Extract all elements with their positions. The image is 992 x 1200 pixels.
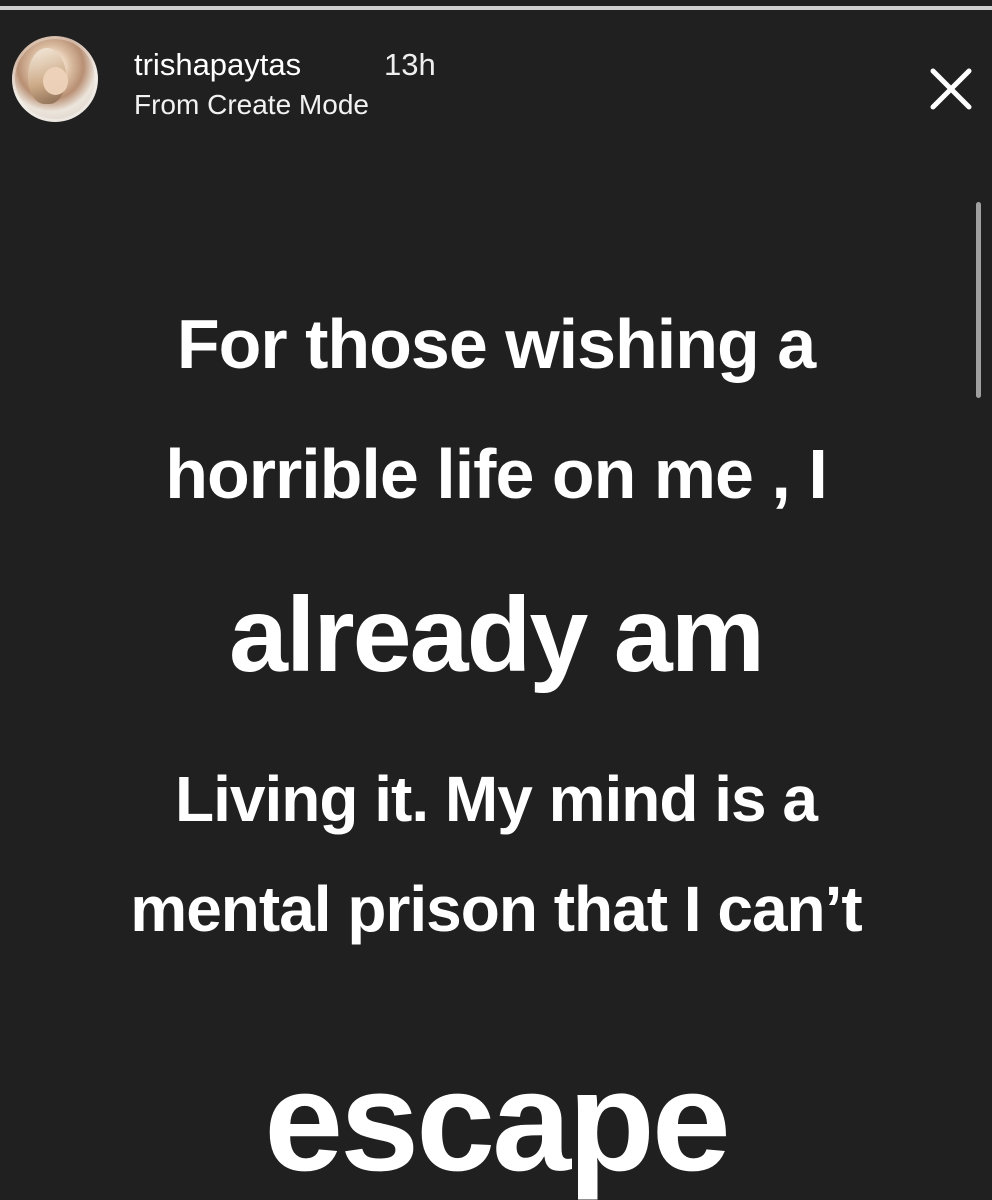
story-source-label: From Create Mode: [134, 89, 369, 120]
instagram-story-viewer[interactable]: trishapaytas 13h From Create Mode For th…: [0, 0, 992, 1200]
story-timestamp: 13h: [384, 47, 436, 82]
story-text-line-emphasis: already am: [229, 576, 765, 694]
story-text-line: mental prison that I can’t: [130, 873, 862, 945]
story-progress-fill: [0, 6, 992, 10]
profile-avatar-icon[interactable]: [12, 36, 98, 122]
close-icon: [930, 68, 972, 110]
story-text-line: For those wishing a: [176, 305, 816, 383]
story-text-line-emphasis: escape: [264, 1042, 731, 1200]
story-text-line: Living it. My mind is a: [175, 763, 818, 835]
story-progress-bar: [0, 0, 992, 14]
story-username[interactable]: trishapaytas: [134, 47, 301, 83]
story-header: trishapaytas 13h From Create Mode: [0, 20, 992, 150]
story-text-line: horrible life on me , I: [165, 435, 828, 513]
close-button[interactable]: [918, 56, 984, 122]
story-progress-track: [0, 6, 992, 10]
